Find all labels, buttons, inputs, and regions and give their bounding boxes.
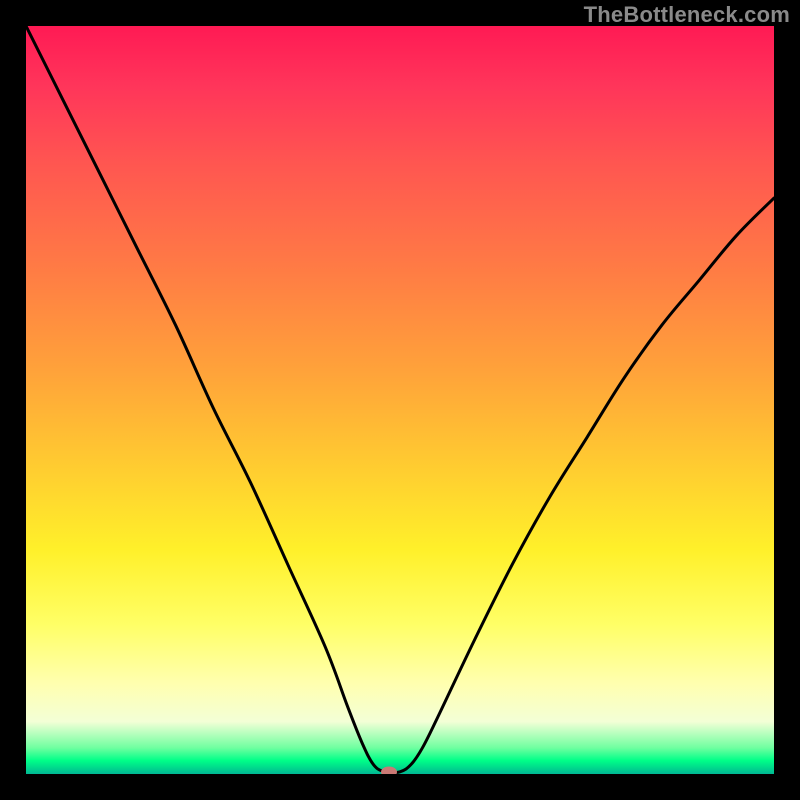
minimum-marker — [381, 766, 397, 774]
chart-container: TheBottleneck.com — [0, 0, 800, 800]
curve-svg — [26, 26, 774, 774]
bottleneck-curve-path — [26, 26, 774, 773]
watermark-text: TheBottleneck.com — [584, 2, 790, 28]
plot-area — [26, 26, 774, 774]
